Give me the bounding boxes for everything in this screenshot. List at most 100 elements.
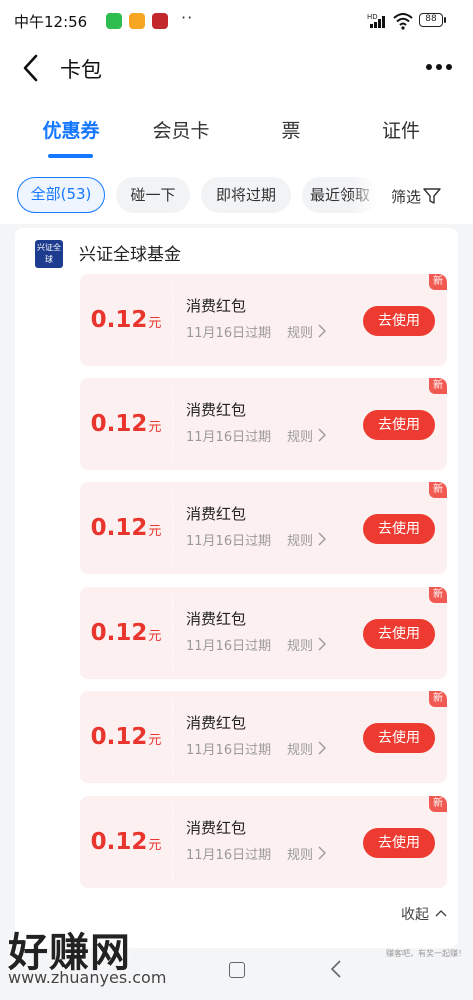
coupon-amount-value: 0.12 (90, 829, 148, 855)
coupon-expiry: 11月16日过期 (186, 743, 272, 758)
signal-icon (370, 16, 386, 28)
coupon-expiry: 11月16日过期 (186, 534, 272, 549)
coupon-expiry: 11月16日过期 (186, 848, 272, 863)
coupon-name: 消费红包 (186, 610, 247, 628)
new-badge: 新 (429, 274, 447, 290)
coupon-name: 消费红包 (186, 714, 247, 732)
coupon-card[interactable]: 0.12元 消费红包 11月16日过期 规则 去使用 新 (80, 482, 447, 574)
page-title: 卡包 (60, 58, 102, 82)
back-arrow-icon[interactable] (20, 53, 42, 83)
coupon-card[interactable]: 0.12元 消费红包 11月16日过期 规则 去使用 新 (80, 691, 447, 783)
coupon-amount: 0.12元 (80, 796, 172, 888)
more-notifications-icon: ·· (181, 8, 194, 27)
chevron-right-icon[interactable] (318, 741, 326, 755)
use-coupon-button[interactable]: 去使用 (363, 828, 435, 858)
coupon-card[interactable]: 0.12元 消费红包 11月16日过期 规则 去使用 新 (80, 587, 447, 679)
coupon-rules-link[interactable]: 规则 (287, 322, 313, 341)
tab-tickets[interactable]: 票 (241, 116, 341, 143)
coupon-amount: 0.12元 (80, 274, 172, 366)
coupon-rules-link[interactable]: 规则 (287, 739, 313, 758)
merchant-name: 兴证全球基金 (79, 245, 181, 265)
coupon-card[interactable]: 0.12元 消费红包 11月16日过期 规则 去使用 新 (80, 378, 447, 470)
coupon-divider (172, 595, 173, 671)
battery-icon: 88 (419, 13, 443, 27)
new-badge: 新 (429, 796, 447, 812)
chevron-right-icon[interactable] (318, 428, 326, 442)
coupon-amount-unit: 元 (148, 524, 162, 539)
use-coupon-button[interactable]: 去使用 (363, 410, 435, 440)
coupon-card[interactable]: 0.12元 消费红包 11月16日过期 规则 去使用 新 (80, 796, 447, 888)
recent-apps-button[interactable] (229, 962, 245, 978)
new-badge: 新 (429, 691, 447, 707)
battery-tip (444, 17, 446, 23)
use-coupon-button[interactable]: 去使用 (363, 514, 435, 544)
coupon-card[interactable]: 0.12元 消费红包 11月16日过期 规则 去使用 新 (80, 274, 447, 366)
active-tab-indicator (48, 154, 93, 158)
coupon-divider (172, 386, 173, 462)
watermark-url: www.zhuanyes.com (8, 968, 167, 987)
new-badge: 新 (429, 482, 447, 498)
chevron-right-icon[interactable] (318, 637, 326, 651)
coupon-amount-value: 0.12 (90, 307, 148, 333)
coupon-amount: 0.12元 (80, 691, 172, 783)
coupon-rules-link[interactable]: 规则 (287, 426, 313, 445)
coupon-rules-link[interactable]: 规则 (287, 530, 313, 549)
filter-chip-all[interactable]: 全部(53) (17, 177, 105, 213)
tab-bar: 优惠券 会员卡 票 证件 (0, 100, 473, 168)
coupon-amount: 0.12元 (80, 587, 172, 679)
coupon-expiry: 11月16日过期 (186, 639, 272, 654)
coupon-rules-link[interactable]: 规则 (287, 635, 313, 654)
coupon-rules-link[interactable]: 规则 (287, 844, 313, 863)
coupon-amount-value: 0.12 (90, 724, 148, 750)
filter-button[interactable]: 筛选 (391, 186, 421, 207)
chevron-right-icon[interactable] (318, 324, 326, 338)
chevron-right-icon[interactable] (318, 846, 326, 860)
game-app-icon (152, 13, 168, 29)
header: 卡包 (0, 42, 473, 100)
tab-coupons[interactable]: 优惠券 (21, 116, 121, 143)
tab-membership-cards[interactable]: 会员卡 (131, 116, 231, 143)
coupon-amount: 0.12元 (80, 378, 172, 470)
notes-app-icon (129, 13, 145, 29)
filter-bar: 全部(53) 碰一下 即将过期 最近领取 筛选 (0, 168, 473, 224)
use-coupon-button[interactable]: 去使用 (363, 619, 435, 649)
coupon-amount-unit: 元 (148, 420, 162, 435)
status-bar: 中午12:56 ·· HD 88 (0, 0, 473, 42)
coupon-amount-unit: 元 (148, 838, 162, 853)
coupon-amount-unit: 元 (148, 629, 162, 644)
use-coupon-button[interactable]: 去使用 (363, 306, 435, 336)
coupon-divider (172, 490, 173, 566)
coupon-list: 兴证全球 兴证全球基金 0.12元 消费红包 11月16日过期 规则 去使用 新… (15, 228, 458, 948)
chip-fade (350, 177, 378, 213)
coupon-name: 消费红包 (186, 401, 247, 419)
coupon-expiry: 11月16日过期 (186, 430, 272, 445)
use-coupon-button[interactable]: 去使用 (363, 723, 435, 753)
chevron-up-icon[interactable] (435, 909, 447, 917)
coupon-amount-unit: 元 (148, 316, 162, 331)
coupon-amount-value: 0.12 (90, 515, 148, 541)
wifi-icon (393, 13, 413, 30)
filter-chip-expiring[interactable]: 即将过期 (201, 177, 291, 213)
coupon-name: 消费红包 (186, 819, 247, 837)
coupon-divider (172, 699, 173, 775)
coupon-divider (172, 804, 173, 880)
watermark-slogan: 赚客吧，有奖一起赚！ (386, 949, 466, 958)
system-back-icon[interactable] (330, 960, 342, 978)
more-options-icon[interactable] (426, 63, 454, 73)
coupon-amount-unit: 元 (148, 733, 162, 748)
filter-funnel-icon[interactable] (423, 187, 441, 205)
chevron-right-icon[interactable] (318, 532, 326, 546)
collapse-button[interactable]: 收起 (401, 904, 429, 924)
coupon-name: 消费红包 (186, 297, 247, 315)
merchant-logo: 兴证全球 (35, 240, 63, 268)
status-time: 中午12:56 (14, 13, 88, 31)
tab-documents[interactable]: 证件 (351, 116, 451, 143)
coupon-name: 消费红包 (186, 505, 247, 523)
coupon-expiry: 11月16日过期 (186, 326, 272, 341)
wechat-icon (106, 13, 122, 29)
new-badge: 新 (429, 378, 447, 394)
new-badge: 新 (429, 587, 447, 603)
coupon-amount: 0.12元 (80, 482, 172, 574)
filter-chip-tap[interactable]: 碰一下 (116, 177, 190, 213)
coupon-divider (172, 282, 173, 358)
